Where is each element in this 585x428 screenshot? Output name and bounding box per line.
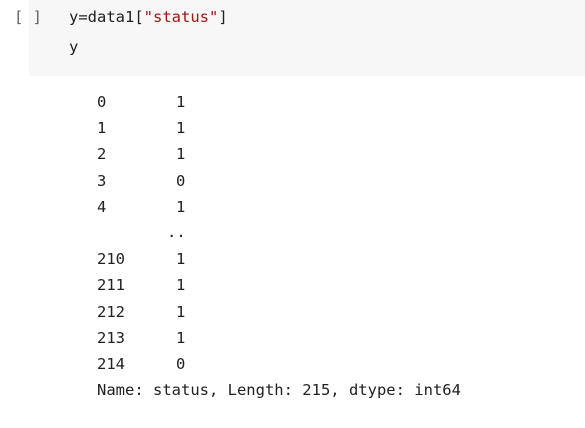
- series-ellipsis-row: ..: [97, 223, 577, 249]
- series-ellipsis: ..: [167, 222, 186, 241]
- series-value: 1: [176, 93, 186, 111]
- series-value: 1: [176, 197, 186, 216]
- series-index: 3: [97, 171, 107, 190]
- series-index: 0: [97, 93, 107, 111]
- series-value: 0: [176, 354, 186, 373]
- series-row: 210 1: [97, 249, 577, 275]
- series-row: 213 1: [97, 328, 577, 354]
- series-value: 0: [176, 171, 186, 190]
- code-text: y=data1[: [69, 8, 144, 26]
- code-string-literal: "status": [143, 8, 219, 26]
- series-value: 1: [176, 250, 186, 269]
- series-index: 4: [97, 197, 107, 216]
- series-row: 0 1: [97, 92, 577, 118]
- series-row: 3 0: [97, 171, 577, 197]
- code-line-2[interactable]: y: [69, 38, 78, 56]
- code-line-1[interactable]: y=data1["status"]: [69, 8, 228, 26]
- series-value: 1: [176, 302, 186, 321]
- run-cell-button[interactable]: [ ]: [14, 8, 42, 26]
- series-index: 214: [97, 354, 125, 373]
- series-value: 1: [176, 276, 186, 295]
- series-value: 1: [176, 119, 186, 138]
- series-index: 213: [97, 328, 125, 347]
- series-row: 2 1: [97, 144, 577, 170]
- series-row: 4 1: [97, 197, 577, 223]
- series-row: 212 1: [97, 302, 577, 328]
- code-text: ]: [218, 8, 228, 26]
- series-row: 214 0: [97, 354, 577, 380]
- series-index: 210: [97, 250, 125, 269]
- series-value: 1: [176, 145, 186, 164]
- cell-output: 0 1 1 1 2 1 3 0 4 1 .. 210 1 211 1 212 1…: [97, 92, 577, 401]
- series-row: 211 1: [97, 275, 577, 301]
- series-summary: Name: status, Length: 215, dtype: int64: [97, 381, 461, 400]
- series-index: 1: [97, 119, 107, 138]
- series-row: 1 1: [97, 118, 577, 144]
- series-value: 1: [176, 328, 186, 347]
- series-index: 212: [97, 302, 125, 321]
- series-index: 2: [97, 145, 107, 164]
- series-index: 211: [97, 276, 125, 295]
